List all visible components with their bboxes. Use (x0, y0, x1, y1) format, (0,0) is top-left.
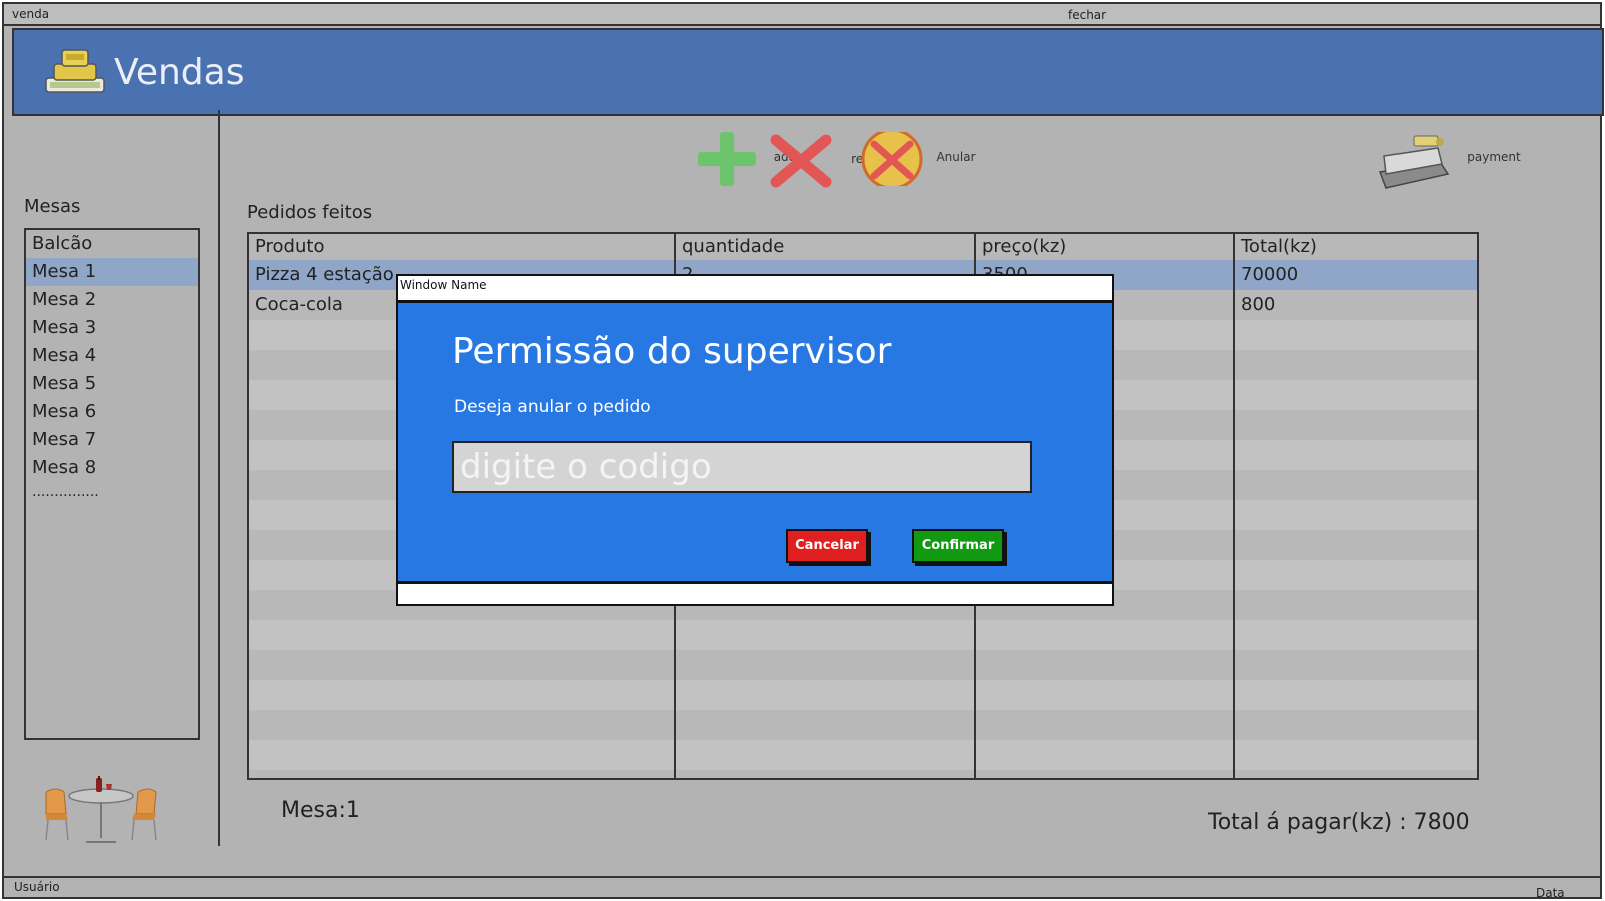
list-item[interactable]: Mesa 7 (26, 426, 198, 454)
cancel-circle-icon (861, 128, 923, 190)
add-button[interactable]: add (698, 132, 796, 186)
status-bar: Usuário Data (4, 876, 1600, 900)
date-label: Data (1536, 886, 1565, 900)
close-link[interactable]: fechar (1068, 8, 1106, 22)
table-stripe (249, 680, 1477, 710)
pedidos-label: Pedidos feitos (247, 202, 373, 223)
plus-icon (698, 132, 756, 186)
restaurant-table-icon (45, 776, 157, 843)
sidebar-divider (218, 110, 220, 846)
list-item[interactable]: Mesa 3 (26, 314, 198, 342)
dialog-window-title: Window Name (400, 278, 487, 292)
anular-label: Anular (936, 150, 976, 164)
column-header-total[interactable]: Total(kz) (1235, 234, 1317, 260)
x-icon (770, 134, 832, 188)
dialog-body: Permissão do supervisor Deseja anular o … (398, 300, 1112, 584)
window-titlebar: venda fechar (4, 4, 1600, 26)
column-header-quantidade[interactable]: quantidade (676, 234, 784, 260)
table-cell[interactable]: Coca-cola (249, 290, 343, 320)
table-stripe (249, 740, 1477, 770)
list-item[interactable]: Mesa 5 (26, 370, 198, 398)
mesa-indicator: Mesa:1 (281, 798, 360, 823)
column-header-produto[interactable]: Produto (249, 234, 324, 260)
table-cell[interactable]: Pizza 4 estação (249, 260, 394, 290)
user-label: Usuário (14, 880, 60, 894)
cash-register-icon (45, 49, 105, 93)
table-stripe (249, 620, 1477, 650)
confirm-button[interactable]: Confirmar (912, 529, 1004, 563)
list-item[interactable]: Mesa 2 (26, 286, 198, 314)
mesas-list[interactable]: Balcão Mesa 1 Mesa 2 Mesa 3 Mesa 4 Mesa … (24, 228, 200, 740)
list-item[interactable]: Mesa 6 (26, 398, 198, 426)
app-header: Vendas (12, 28, 1604, 116)
payment-button[interactable]: payment (1374, 134, 1521, 192)
mesas-label: Mesas (24, 196, 81, 217)
supervisor-code-input[interactable] (452, 441, 1032, 493)
list-item-selected[interactable]: Mesa 1 (26, 258, 198, 286)
anular-button[interactable]: Anular (860, 128, 976, 190)
list-item[interactable]: Mesa 8 (26, 454, 198, 482)
column-header-preco[interactable]: preço(kz) (976, 234, 1066, 260)
remove-button[interactable]: rem (770, 134, 875, 188)
dialog-message: Deseja anular o pedido (454, 397, 651, 417)
total-amount: Total á pagar(kz) : 7800 (1208, 810, 1470, 835)
payment-label: payment (1467, 150, 1521, 164)
window-title: venda (12, 7, 50, 21)
list-item[interactable]: Mesa 4 (26, 342, 198, 370)
payment-register-icon (1378, 135, 1450, 189)
table-cell[interactable]: 800 (1235, 290, 1275, 320)
dialog-heading: Permissão do supervisor (452, 331, 892, 372)
list-item[interactable]: Balcão (26, 230, 198, 258)
supervisor-permission-dialog: Window Name Permissão do supervisor Dese… (396, 274, 1114, 606)
list-more[interactable]: ............... (26, 482, 198, 510)
table-cell[interactable]: 70000 (1235, 260, 1298, 290)
page-title: Vendas (114, 52, 245, 93)
cancel-button[interactable]: Cancelar (786, 529, 868, 563)
